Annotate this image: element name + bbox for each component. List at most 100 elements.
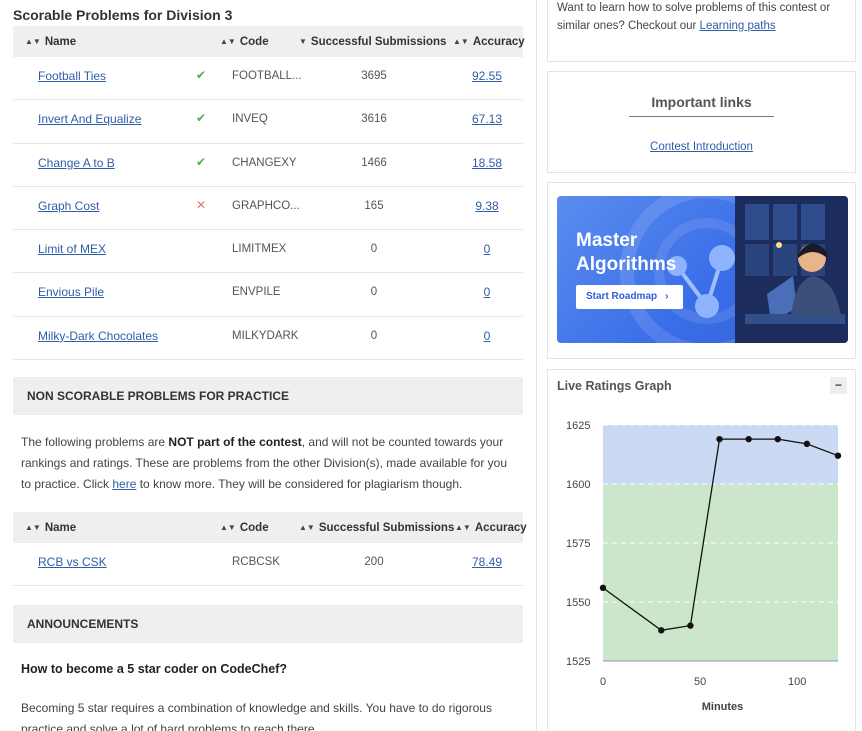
problem-name-link[interactable]: Milky-Dark Chocolates	[38, 317, 158, 360]
practice-rows: RCB vs CSK RCBCSK 200 78.49	[13, 543, 523, 587]
y-tick-label: 1600	[566, 479, 590, 491]
problem-code: RCBCSK	[232, 556, 280, 568]
chevron-right-icon: ›	[665, 291, 669, 302]
non-scorable-table: ▲▼ Name ▲▼ Code ▲▼ Successful Submissions ▲…	[13, 512, 527, 587]
problem-name-link[interactable]: Football Ties	[38, 57, 106, 100]
accuracy-link[interactable]: 0	[453, 317, 521, 360]
y-tick-label: 1625	[566, 420, 590, 432]
title-underline	[629, 116, 774, 117]
problem-code: ENVPILE	[232, 286, 281, 299]
accuracy-link[interactable]: 0	[453, 230, 521, 273]
scorable-table-header: ▲▼ Name ▲▼ Code ▼ Successful Submissions ▲▼…	[13, 26, 525, 57]
scorable-rows: Football Ties ✔ FOOTBALL... 3695 92.55 Invert…	[13, 57, 523, 361]
sort-icon: ▲▼	[220, 37, 236, 46]
rating-point	[834, 452, 842, 459]
problem-submissions: 0	[370, 329, 378, 342]
ratings-card: Live Ratings Graph − 1625 1600 1575 1550 152…	[547, 369, 856, 731]
accuracy-link[interactable]: 18.58	[453, 144, 521, 187]
problem-submissions: 1466	[361, 156, 387, 169]
col-accuracy-header[interactable]: ▲▼ Accuracy	[455, 512, 527, 543]
table-row: Football Ties ✔ FOOTBALL... 3695 92.55	[13, 57, 523, 101]
problem-submissions: 3695	[361, 70, 387, 82]
sort-icon: ▲▼	[299, 523, 315, 532]
col-name-header[interactable]: ▲▼ Name	[25, 26, 76, 57]
problem-name-link[interactable]: Change A to B	[38, 144, 115, 187]
table-row: Change A to B ✔ CHANGEXY 1466 18.58	[13, 144, 523, 187]
problem-name-link[interactable]: Envious Pile	[38, 273, 104, 316]
problem-code: CHANGEXY	[232, 156, 297, 169]
problem-code: LIMITMEX	[232, 243, 287, 256]
collapse-icon[interactable]: −	[830, 377, 847, 394]
rating-point	[687, 622, 694, 629]
learning-paths-link[interactable]: Learning paths	[700, 20, 776, 32]
non-scorable-title: NON SCORABLE PROBLEMS FOR PRACTICE	[13, 377, 523, 415]
cross-icon: ✕	[196, 197, 207, 212]
problem-code: MILKYDARK	[232, 329, 299, 342]
sort-icon: ▲▼	[25, 523, 41, 532]
problem-name-link[interactable]: RCB vs CSK	[38, 543, 107, 586]
y-tick-label: 1550	[566, 597, 590, 609]
accuracy-link[interactable]: 9.38	[453, 187, 521, 230]
rating-point	[658, 627, 665, 634]
learning-card: Want to learn how to solve problems of t…	[547, 0, 856, 62]
contest-introduction-link[interactable]: Contest Introduction	[650, 141, 753, 153]
problem-submissions: 3616	[361, 113, 387, 126]
banner-headline: Master Algorithms	[576, 230, 677, 275]
problem-name-link[interactable]: Graph Cost	[38, 187, 99, 230]
y-tick-label: 1575	[566, 538, 590, 550]
col-code-header[interactable]: ▲▼ Code	[220, 26, 269, 57]
rating-point	[745, 435, 752, 443]
here-link[interactable]: here	[112, 477, 136, 491]
x-tick-label: 100	[788, 676, 806, 688]
important-links-card: Important links Contest Introduction	[547, 71, 856, 173]
table-row: Invert And Equalize ✔ INVEQ 3616 67.13	[13, 100, 523, 144]
col-accuracy-header[interactable]: ▲▼ Accuracy	[453, 26, 525, 57]
banner-card: Master Algorithms Start Roadmap ›	[547, 182, 856, 359]
problems-column: Scorable Problems for Division 3 ▲▼ Name …	[0, 0, 537, 731]
x-axis-label: Minutes	[702, 701, 744, 713]
announcements-title: ANNOUNCEMENTS	[13, 605, 523, 643]
accuracy-link[interactable]: 67.13	[453, 100, 521, 143]
sidebar-column: Want to learn how to solve problems of t…	[547, 0, 857, 731]
col-submissions-header[interactable]: ▼ Successful Submissions	[299, 26, 446, 57]
accuracy-link[interactable]: 92.55	[453, 57, 521, 100]
problem-submissions: 0	[370, 286, 378, 299]
problem-code: FOOTBALL...	[232, 70, 302, 82]
problem-name-link[interactable]: Limit of MEX	[38, 230, 106, 273]
problem-submissions: 165	[364, 199, 384, 212]
check-icon: ✔	[196, 154, 207, 169]
non-scorable-table-header: ▲▼ Name ▲▼ Code ▲▼ Successful Submissions ▲…	[13, 512, 527, 543]
problem-name-link[interactable]: Invert And Equalize	[38, 100, 141, 143]
problem-code: INVEQ	[232, 113, 268, 126]
sort-icon: ▲▼	[220, 523, 236, 532]
scorable-table: ▲▼ Name ▲▼ Code ▼ Successful Submissions ▲▼…	[13, 26, 525, 361]
ratings-title: Live Ratings Graph	[557, 379, 672, 393]
accuracy-link[interactable]: 0	[453, 273, 521, 316]
sort-icon: ▲▼	[453, 37, 469, 46]
accuracy-link[interactable]: 78.49	[453, 543, 521, 586]
rating-band	[603, 425, 838, 484]
scorable-title: Scorable Problems for Division 3	[13, 7, 233, 23]
announcement-heading: How to become a 5 star coder on CodeChef…	[21, 662, 288, 676]
sort-icon: ▲▼	[25, 37, 41, 46]
sort-icon: ▲▼	[455, 523, 471, 532]
col-code-header[interactable]: ▲▼ Code	[220, 512, 269, 543]
x-tick-label: 50	[694, 676, 706, 688]
table-row: Limit of MEX LIMITMEX 0 0	[13, 230, 523, 274]
learning-text: Want to learn how to solve problems of t…	[557, 2, 831, 32]
master-algorithms-banner[interactable]: Master Algorithms Start Roadmap ›	[557, 196, 848, 343]
rating-point	[716, 435, 723, 443]
table-row: Envious Pile ENVPILE 0 0	[13, 273, 523, 317]
x-tick-label: 0	[600, 676, 606, 688]
check-icon: ✔	[196, 68, 207, 82]
col-submissions-header[interactable]: ▲▼ Successful Submissions	[299, 512, 454, 543]
table-row: Milky-Dark Chocolates MILKYDARK 0 0	[13, 317, 523, 361]
col-name-header[interactable]: ▲▼ Name	[25, 512, 76, 543]
problem-submissions: 0	[370, 243, 378, 256]
rating-point	[599, 584, 607, 592]
rating-point	[803, 440, 811, 448]
problem-submissions: 200	[364, 556, 384, 568]
start-roadmap-button[interactable]: Start Roadmap ›	[576, 285, 683, 309]
rating-point	[774, 435, 781, 443]
announcement-body: Becoming 5 star requires a combination o…	[21, 701, 492, 731]
